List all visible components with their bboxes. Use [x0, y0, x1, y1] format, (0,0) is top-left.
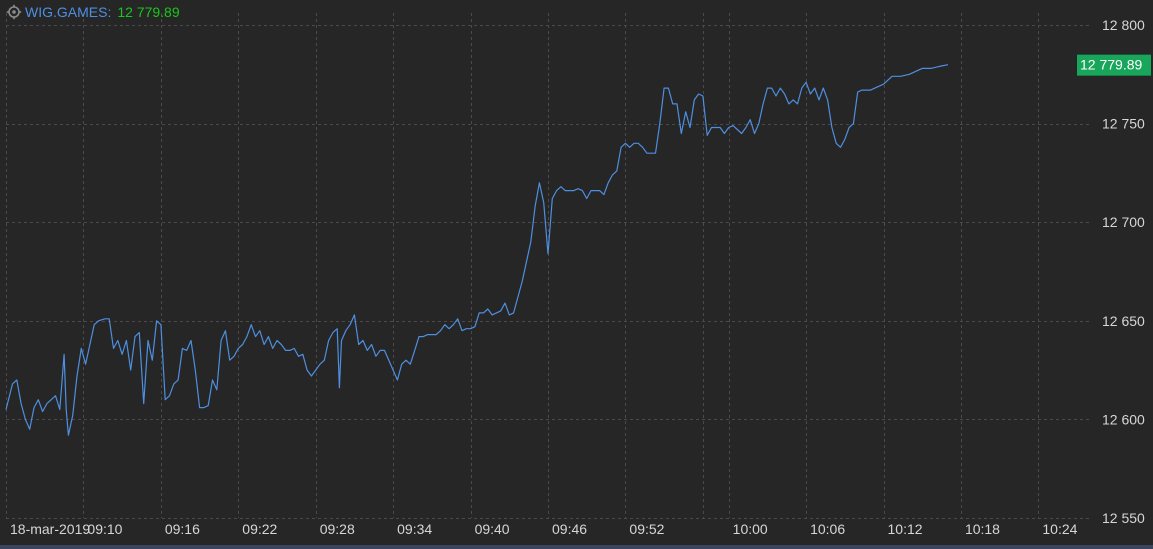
- y-tick-label: 12 800: [1102, 17, 1145, 33]
- x-tick-label: 09:34: [397, 521, 432, 537]
- x-tick-label: 18-mar-2019: [10, 521, 90, 537]
- last-price-layer: 12 779.89: [1077, 54, 1151, 76]
- chart-window: 12 550 12 600 12 650 12 700 12 750 12 800 18-…: [0, 0, 1153, 549]
- bottom-bar: [0, 545, 1153, 549]
- last-price-label: 12 779.89: [1080, 57, 1142, 73]
- y-tick-label: 12 700: [1102, 214, 1145, 230]
- x-axis: 18-mar-201909:10 09:16 09:22 09:28 09:34 09:4…: [10, 521, 1078, 537]
- x-tick-label: 09:28: [320, 521, 355, 537]
- x-tick-label: 09:46: [552, 521, 587, 537]
- x-tick-label: 09:10: [87, 521, 122, 537]
- settings-icon[interactable]: [6, 4, 22, 20]
- price-chart[interactable]: 12 550 12 600 12 650 12 700 12 750 12 800 18-…: [0, 0, 1153, 549]
- x-tick-label: 10:12: [888, 521, 923, 537]
- chart-header: WIG.GAMES: 12 779.89: [6, 3, 180, 21]
- x-tick-label: 10:06: [810, 521, 845, 537]
- x-tick-label: 10:18: [965, 521, 1000, 537]
- y-tick-label: 12 750: [1102, 116, 1145, 132]
- y-axis: 12 550 12 600 12 650 12 700 12 750 12 800: [1102, 17, 1145, 526]
- x-tick-label: 09:40: [475, 521, 510, 537]
- symbol-value: 12 779.89: [117, 4, 180, 20]
- x-tick-label: 09:16: [165, 521, 200, 537]
- x-tick-label: 10:24: [1042, 521, 1077, 537]
- symbol-label[interactable]: WIG.GAMES:: [25, 4, 111, 20]
- x-tick-label: 09:52: [629, 521, 664, 537]
- x-tick-label: 09:22: [242, 521, 277, 537]
- y-tick-label: 12 550: [1102, 510, 1145, 526]
- x-tick-label: 10:00: [733, 521, 768, 537]
- grid-lines: [6, 13, 1090, 519]
- y-tick-label: 12 600: [1102, 411, 1145, 427]
- y-tick-label: 12 650: [1102, 313, 1145, 329]
